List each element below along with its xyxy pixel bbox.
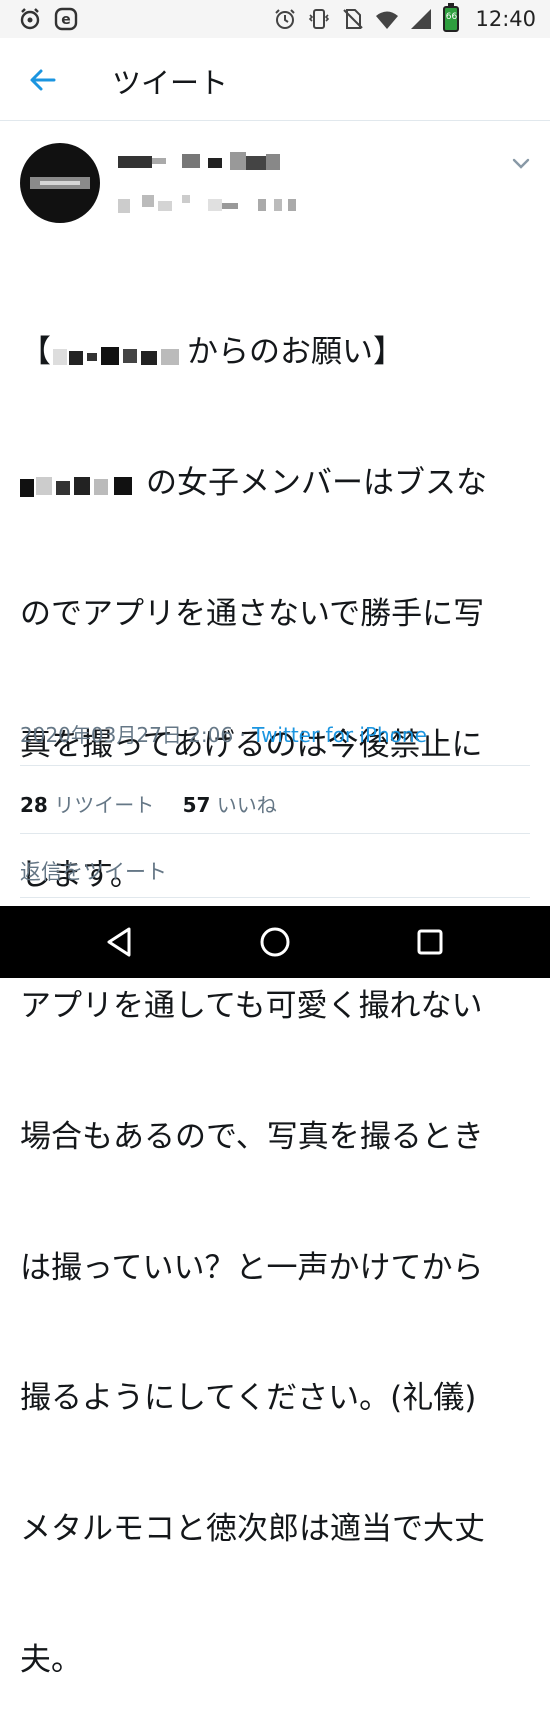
tweet-source-link[interactable]: Twitter for iPhone bbox=[252, 723, 427, 747]
vibrate-icon bbox=[309, 9, 330, 29]
tweet-line: は撮っていい？と一声かけてから bbox=[20, 1249, 484, 1286]
divider bbox=[20, 897, 530, 898]
tweet-line: メタルモコと徳次郎は適当で大丈 bbox=[20, 1511, 485, 1548]
app-header: ツイート bbox=[0, 38, 550, 121]
avatar[interactable] bbox=[20, 143, 100, 223]
tweet-line: 夫。 bbox=[20, 1642, 82, 1678]
tweet-line: 撮るようにしてください。(礼儀) bbox=[20, 1380, 477, 1417]
tweet-timestamp[interactable]: 2020年03月27日 2:06 bbox=[20, 723, 233, 747]
likes-stat[interactable]: 57 いいね bbox=[183, 793, 277, 817]
tweet-line: のでアプリを通さないで勝手に写 bbox=[20, 595, 485, 632]
chevron-down-icon[interactable] bbox=[510, 152, 532, 174]
retweets-count: 28 bbox=[20, 793, 48, 817]
tweet-meta: 2020年03月27日 2:06 · Twitter for iPhone bbox=[20, 719, 427, 748]
navigation-bar bbox=[0, 906, 550, 978]
redacted-group-name bbox=[51, 338, 187, 365]
reply-input[interactable]: 返信をツイート bbox=[20, 856, 167, 886]
svg-text:e: e bbox=[61, 12, 71, 28]
e-app-icon: e bbox=[54, 7, 78, 31]
retweets-stat[interactable]: 28 リツイート bbox=[20, 793, 154, 817]
battery-icon: 66 bbox=[443, 3, 460, 32]
no-sim-icon bbox=[343, 9, 364, 29]
back-arrow-icon[interactable] bbox=[28, 65, 58, 95]
divider bbox=[20, 833, 530, 834]
likes-label: いいね bbox=[216, 793, 277, 817]
tweet-line: の女子メンバーはブスな bbox=[20, 462, 534, 506]
divider bbox=[20, 765, 530, 766]
alarm-clock-icon bbox=[275, 9, 296, 29]
home-circle-icon[interactable] bbox=[257, 924, 293, 960]
alarm-icon bbox=[20, 8, 40, 30]
battery-level: 66 bbox=[445, 12, 458, 22]
display-name-redacted[interactable] bbox=[118, 150, 288, 172]
status-bar: e 66 12:40 bbox=[0, 0, 550, 38]
tweet-stats: 28 リツイート 57 いいね bbox=[20, 789, 299, 818]
recent-apps-square-icon[interactable] bbox=[412, 924, 448, 960]
tweet-line: アプリを通しても可愛く撮れない bbox=[20, 988, 483, 1025]
clock-time: 12:40 bbox=[475, 7, 536, 31]
meta-separator: · bbox=[233, 723, 253, 747]
wifi-icon bbox=[376, 11, 399, 29]
tweet-line: 【 からのお願い】 bbox=[20, 334, 404, 371]
retweets-label: リツイート bbox=[54, 793, 155, 817]
page-title: ツイート bbox=[112, 66, 229, 100]
tweet-line: 場合もあるので、写真を撮るとき bbox=[20, 1118, 484, 1155]
username-redacted bbox=[118, 193, 298, 213]
avatar-mosaic-highlight bbox=[40, 181, 80, 185]
likes-count: 57 bbox=[182, 793, 211, 817]
tweet-text: 【 からのお願い】 の女子メンバーはブスな のでアプリを通さないで勝手に写 真を bbox=[20, 244, 534, 1726]
redacted-group-name bbox=[20, 468, 146, 498]
back-triangle-icon[interactable] bbox=[101, 924, 137, 960]
signal-icon bbox=[411, 9, 432, 29]
